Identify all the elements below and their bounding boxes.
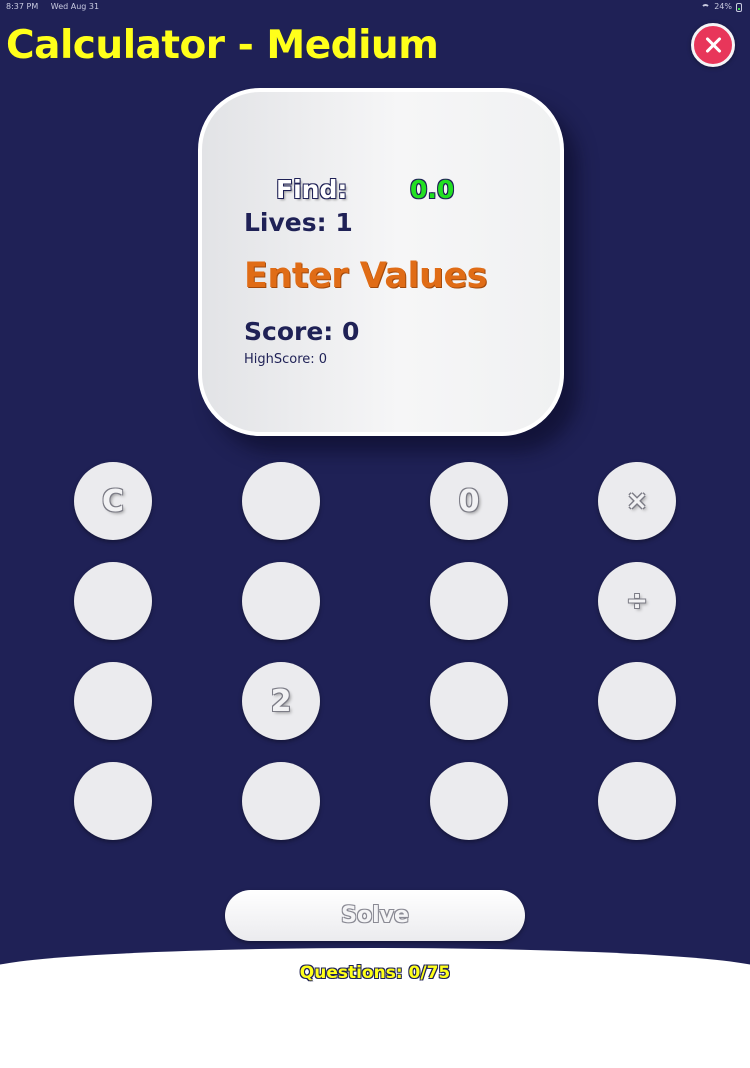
find-value: 0.0 — [410, 175, 455, 204]
info-card: Find: 0.0 Lives: 1 Enter Values Score: 0… — [198, 88, 564, 436]
key-divide[interactable]: ÷ — [598, 562, 676, 640]
key-number[interactable] — [430, 562, 508, 640]
status-bar: 8:37 PM Wed Aug 31 24% — [0, 0, 750, 14]
key-number[interactable] — [242, 762, 320, 840]
key-number[interactable] — [74, 562, 152, 640]
status-time: 8:37 PM — [6, 2, 39, 11]
key-number[interactable] — [598, 762, 676, 840]
lives-counter: Lives: 1 — [244, 208, 353, 237]
key-clear[interactable]: C — [74, 462, 152, 540]
find-label: Find: — [276, 175, 348, 204]
status-right: 24% — [701, 0, 742, 14]
key-number[interactable] — [74, 662, 152, 740]
key-number[interactable] — [242, 562, 320, 640]
status-left: 8:37 PM Wed Aug 31 — [6, 0, 109, 14]
key-number[interactable] — [242, 462, 320, 540]
battery-icon — [736, 2, 742, 12]
key-multiply[interactable]: × — [598, 462, 676, 540]
highscore-label: HighScore: 0 — [244, 352, 328, 367]
solve-button[interactable]: Solve — [225, 890, 525, 941]
page-title: Calculator - Medium — [6, 23, 439, 68]
score-label: Score: 0 — [244, 317, 360, 346]
close-button[interactable] — [691, 23, 735, 67]
status-date: Wed Aug 31 — [50, 2, 100, 11]
status-message: Enter Values — [244, 256, 488, 296]
battery-percent: 24% — [714, 2, 732, 11]
key-number[interactable] — [430, 762, 508, 840]
questions-counter: Questions: 0/75 — [299, 963, 451, 983]
key-number[interactable]: 0 — [430, 462, 508, 540]
key-number[interactable] — [74, 762, 152, 840]
wifi-icon — [701, 3, 711, 11]
key-number[interactable] — [598, 662, 676, 740]
key-number[interactable]: 2 — [242, 662, 320, 740]
key-number[interactable] — [430, 662, 508, 740]
close-icon — [703, 35, 723, 55]
